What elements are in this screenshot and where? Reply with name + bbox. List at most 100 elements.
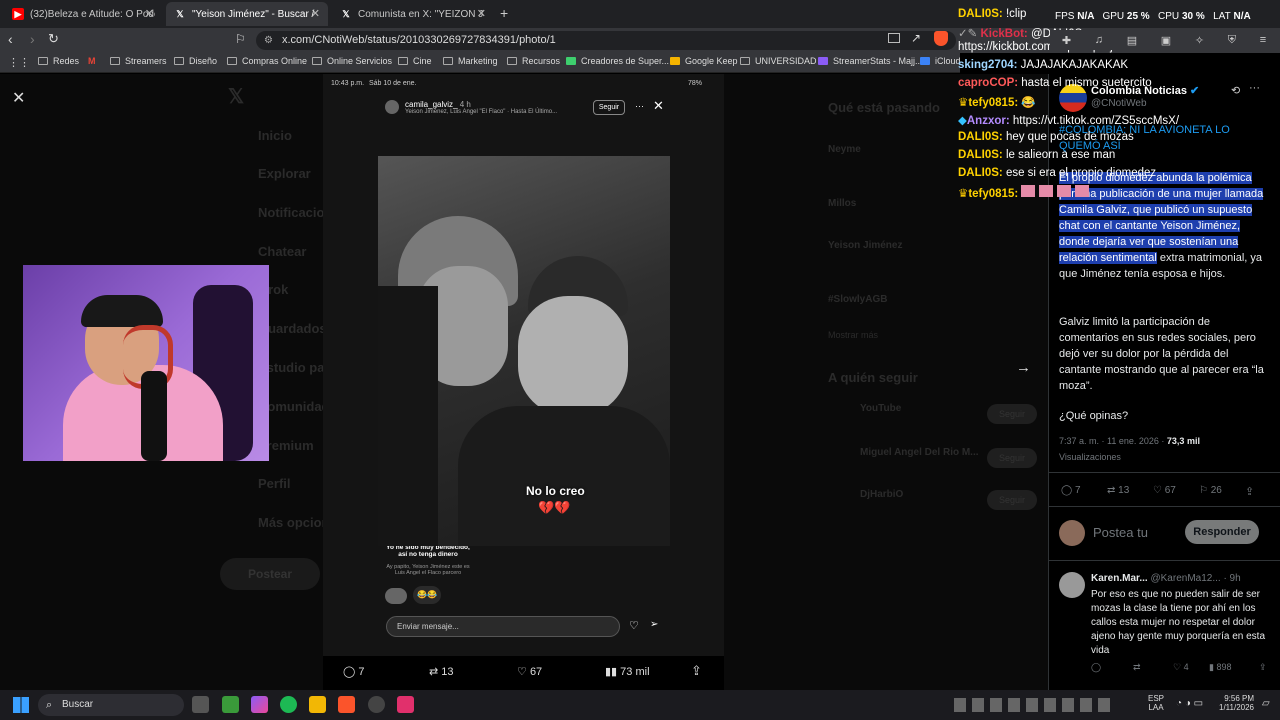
- reply-views: ▮ 898: [1209, 662, 1232, 672]
- bookmark-icloud[interactable]: iCloud: [920, 56, 961, 66]
- nav-chatear: Chatear: [258, 244, 307, 259]
- puzzle-icon[interactable]: ✚: [1062, 34, 1071, 47]
- system-tray-icons[interactable]: [954, 698, 1114, 712]
- views-action[interactable]: ▮▮ 73 mil: [605, 665, 650, 678]
- share-icon[interactable]: ⇪: [1245, 485, 1254, 498]
- tab-x-search[interactable]: 𝕏 "Yeison Jiménez" - Buscar / X ✕: [166, 2, 328, 26]
- close-icon[interactable]: ✕: [311, 7, 320, 20]
- minecraft-icon[interactable]: [222, 696, 239, 713]
- language-indicator[interactable]: ESP LAA: [1148, 694, 1164, 712]
- leo-icon[interactable]: ✧: [1195, 34, 1204, 47]
- tab-label: (32)Beleza e Atitude: O Poder da Sín: [30, 8, 155, 20]
- folder-icon: [740, 57, 750, 65]
- cast-icon[interactable]: [888, 33, 900, 43]
- webcam-overlay: [23, 265, 269, 461]
- wallet-icon[interactable]: ▣: [1161, 34, 1171, 47]
- new-tab-icon[interactable]: +: [500, 5, 508, 21]
- windows-taskbar: ⌕ Buscar ESP LAA ◔ ◑ ▭ 9:56 PM 1/11/2026 ▱: [0, 690, 1280, 720]
- reply-like-action[interactable]: ♡ 4: [1173, 662, 1189, 673]
- reply-button[interactable]: Responder: [1185, 520, 1259, 544]
- bookmark-action[interactable]: ⚐ 26: [1199, 485, 1222, 496]
- reply-author-avatar[interactable]: [1059, 572, 1085, 598]
- task-view-icon[interactable]: [192, 696, 209, 713]
- bookmark-online-servicios[interactable]: Online Servicios: [312, 56, 392, 66]
- reply-action[interactable]: ◯ 7: [1061, 485, 1081, 496]
- apps-icon[interactable]: ⋮⋮: [8, 56, 30, 69]
- bookmark-google-keep[interactable]: Google Keep: [670, 56, 738, 66]
- bookmark-diseno[interactable]: Diseño: [174, 56, 217, 66]
- menu-icon[interactable]: ≡: [1260, 34, 1266, 46]
- like-action[interactable]: ♡ 67: [517, 665, 542, 678]
- notification-icon[interactable]: ▱: [1262, 698, 1270, 709]
- brave-shield-icon[interactable]: [934, 31, 948, 46]
- brave-icon[interactable]: [338, 696, 355, 713]
- reply-input[interactable]: Postea tu: [1093, 525, 1148, 540]
- close-icon[interactable]: ✕: [145, 7, 154, 20]
- like-action[interactable]: ♡ 67: [1153, 485, 1176, 496]
- reply-reply-icon[interactable]: ◯: [1091, 662, 1101, 673]
- share-icon[interactable]: ⇪: [1259, 662, 1267, 673]
- site-info-icon[interactable]: ⚙: [264, 31, 273, 50]
- network-volume-icons[interactable]: ◔ ◑ ▭: [1176, 698, 1203, 709]
- file-explorer-icon[interactable]: [309, 696, 326, 713]
- folder-icon: [110, 57, 120, 65]
- bookmark-streamers[interactable]: Streamers: [110, 56, 167, 66]
- share-icon[interactable]: ⇪: [691, 663, 702, 679]
- crown-icon: ♛: [958, 188, 969, 200]
- views-label: Visualizaciones: [1059, 452, 1121, 462]
- bookmark-marketing[interactable]: Marketing: [443, 56, 498, 66]
- gmail-icon[interactable]: M: [88, 56, 96, 66]
- reply-repost-icon[interactable]: ⇄: [1133, 662, 1141, 673]
- clock[interactable]: 9:56 PM 1/11/2026: [1212, 694, 1254, 712]
- repost-action[interactable]: ⇄ 13: [1107, 485, 1129, 496]
- bookmark-universidad[interactable]: UNIVERSIDAD: [740, 56, 817, 66]
- close-modal-icon[interactable]: ✕: [12, 88, 25, 108]
- divider: [1049, 560, 1280, 561]
- x-icon: 𝕏: [176, 8, 184, 19]
- forward-icon[interactable]: ›: [30, 31, 35, 47]
- post-question: ¿Qué opinas?: [1059, 410, 1129, 422]
- chat-message: ◆Anzxor: https://vt.tiktok.com/ZS5sccMsX…: [958, 115, 1180, 127]
- obs-icon[interactable]: [368, 696, 385, 713]
- reply-action[interactable]: ◯ 7: [343, 665, 365, 678]
- spotify-icon[interactable]: [280, 696, 297, 713]
- tiktok-icon[interactable]: [397, 696, 414, 713]
- bookmark-creadores[interactable]: Creadores de Super...: [566, 56, 669, 66]
- tab-youtube[interactable]: ▶ (32)Beleza e Atitude: O Poder da Sín ✕: [4, 2, 162, 26]
- story-photo: No lo creo 💔💔: [378, 156, 670, 546]
- bookmark-recursos[interactable]: Recursos: [507, 56, 560, 66]
- tab-x-post[interactable]: 𝕏 Comunista en X: "YEIZON JIMENEZ V ✕: [332, 2, 494, 26]
- sidebar-icon[interactable]: ▤: [1127, 34, 1137, 47]
- vpn-icon[interactable]: ⛨: [1228, 34, 1236, 47]
- story-comment: Ay papito, Yeison Jiménez este es Luis A…: [386, 564, 470, 576]
- suggested-account: YouTube: [860, 403, 902, 414]
- chat-message: DALI0S: le salieorn a ese man: [958, 149, 1116, 161]
- music-icon[interactable]: ♫: [1095, 34, 1103, 46]
- bookmark-redes[interactable]: Redes: [38, 56, 79, 66]
- bookmark-compras[interactable]: Compras Online: [227, 56, 307, 66]
- own-avatar: [1059, 520, 1085, 546]
- bookmark-streamerstats[interactable]: StreamerStats - Majj...: [818, 56, 923, 66]
- reply-author[interactable]: Karen.Mar... @KarenMa12... · 9h: [1091, 573, 1241, 584]
- next-photo-icon[interactable]: →: [1016, 359, 1031, 376]
- share-icon[interactable]: ↗: [911, 31, 921, 45]
- copilot-icon[interactable]: [251, 696, 268, 713]
- bookmark-icon[interactable]: ⚐: [235, 32, 246, 46]
- follow-button-bg: Seguir: [987, 490, 1037, 510]
- story-follow-button: Seguir: [593, 100, 625, 115]
- follow-button-bg: Seguir: [987, 404, 1037, 424]
- url-field[interactable]: ⚙ x.com/CNotiWeb/status/2010330269727834…: [256, 31, 956, 50]
- follow-button-bg: Seguir: [987, 448, 1037, 468]
- windows-start-icon[interactable]: [13, 697, 29, 713]
- taskbar-search[interactable]: ⌕ Buscar: [38, 694, 184, 716]
- story-music: Yeison Jimenez, Luis Angel "El Flaco" · …: [405, 109, 558, 115]
- close-icon[interactable]: ✕: [477, 7, 486, 20]
- bookmark-cine[interactable]: Cine: [398, 56, 432, 66]
- repost-icon: ⇄: [429, 666, 439, 678]
- back-icon[interactable]: ‹: [8, 31, 13, 47]
- trend-item: Millos: [828, 198, 857, 209]
- x-icon: 𝕏: [342, 8, 350, 19]
- reload-icon[interactable]: ↻: [48, 31, 59, 47]
- repost-action[interactable]: ⇄ 13: [429, 665, 454, 678]
- search-icon: ⌕: [46, 699, 53, 711]
